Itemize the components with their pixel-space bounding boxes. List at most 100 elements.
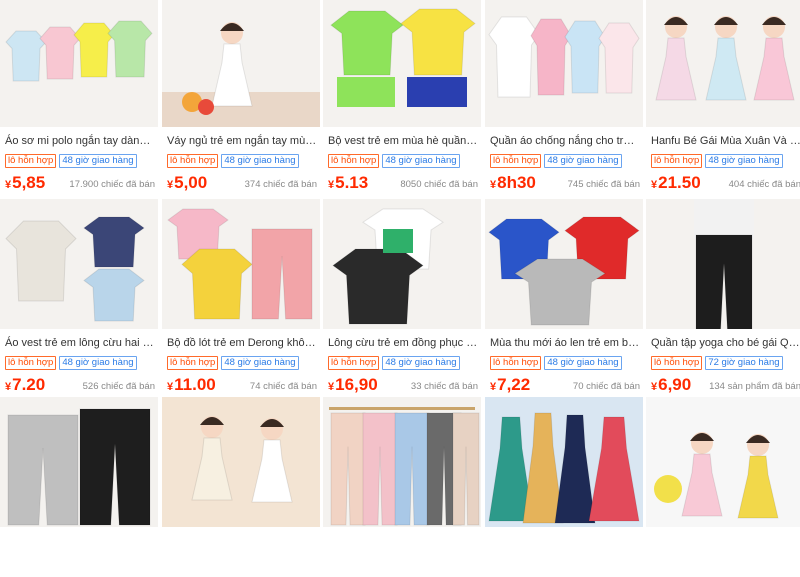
product-card[interactable]: Mùa thu mới áo len trẻ em bé tr... lô hỗn… [485, 199, 643, 395]
product-card[interactable] [162, 397, 320, 577]
price-row: ¥8h30 745 chiếc đã bán [490, 173, 640, 193]
product-grid: Áo sơ mi polo ngắn tay dành ch... lô hỗn … [0, 0, 800, 577]
price-row: ¥16,90 33 chiếc đã bán [328, 375, 478, 395]
product-title[interactable]: Hanfu Bé Gái Mùa Xuân Và Mùa... [651, 134, 800, 148]
price-row: ¥5.13 8050 chiếc đã bán [328, 173, 478, 193]
product-price: 21.50 [658, 173, 701, 192]
product-title[interactable]: Quần áo chống nắng cho trẻ e... [490, 134, 640, 148]
mixed-lot-badge: lô hỗn hợp [651, 356, 703, 370]
product-card[interactable] [0, 397, 158, 577]
product-tags: lô hỗn hợp 48 giờ giao hàng [490, 154, 625, 168]
shipping-badge: 48 giờ giao hàng [221, 356, 299, 370]
currency-symbol: ¥ [5, 381, 12, 393]
product-price: 5.13 [335, 173, 369, 192]
price-row: ¥7,22 70 chiếc đã bán [490, 375, 640, 395]
mixed-lot-badge: lô hỗn hợp [490, 154, 542, 168]
price-row: ¥11.00 74 chiếc đã bán [167, 375, 317, 395]
product-card[interactable]: Áo vest trẻ em lông cừu hai mặ... lô hỗn … [0, 199, 158, 395]
mixed-lot-badge: lô hỗn hợp [651, 154, 703, 168]
sold-count: 17.900 chiếc đã bán [69, 179, 155, 190]
product-title[interactable]: Lông cừu trẻ em đồng phục bó... [328, 336, 478, 350]
product-image[interactable] [323, 0, 481, 127]
product-image[interactable] [646, 199, 800, 329]
shipping-badge: 48 giờ giao hàng [382, 356, 460, 370]
product-image[interactable] [323, 199, 481, 329]
product-price: 7.20 [12, 375, 46, 394]
product-image[interactable] [162, 397, 320, 527]
currency-symbol: ¥ [167, 381, 174, 393]
mixed-lot-badge: lô hỗn hợp [5, 356, 57, 370]
product-price: 5,85 [12, 173, 46, 192]
product-tags: lô hỗn hợp 72 giờ giao hàng [651, 356, 786, 370]
product-card[interactable]: Quần áo chống nắng cho trẻ e... lô hỗn hợ… [485, 0, 643, 193]
product-image[interactable] [485, 199, 643, 329]
shipping-badge: 48 giờ giao hàng [382, 154, 460, 168]
mixed-lot-badge: lô hỗn hợp [328, 154, 380, 168]
product-tags: lô hỗn hợp 48 giờ giao hàng [651, 154, 786, 168]
sold-count: 134 sản phẩm đã bán [709, 381, 800, 392]
product-price: 7,22 [497, 375, 531, 394]
currency-symbol: ¥ [5, 179, 12, 191]
product-card[interactable] [323, 397, 481, 577]
mixed-lot-badge: lô hỗn hợp [5, 154, 57, 168]
shipping-badge: 72 giờ giao hàng [705, 356, 783, 370]
sold-count: 404 chiếc đã bán [728, 179, 800, 190]
product-card[interactable]: Bộ đồ lót trẻ em Derong không ... lô hỗn … [162, 199, 320, 395]
product-image[interactable] [0, 397, 158, 527]
product-image[interactable] [485, 0, 643, 127]
currency-symbol: ¥ [651, 381, 658, 393]
product-image[interactable] [646, 397, 800, 527]
mixed-lot-badge: lô hỗn hợp [490, 356, 542, 370]
product-title[interactable]: Áo sơ mi polo ngắn tay dành ch... [5, 134, 155, 148]
product-image[interactable] [0, 199, 158, 329]
product-image[interactable] [162, 0, 320, 127]
product-price: 11.00 [174, 375, 216, 394]
price-row: ¥6,90 134 sản phẩm đã bán [651, 375, 800, 395]
product-card[interactable]: Áo sơ mi polo ngắn tay dành ch... lô hỗn … [0, 0, 158, 193]
product-title[interactable]: Bộ đồ lót trẻ em Derong không ... [167, 336, 317, 350]
product-tags: lô hỗn hợp 48 giờ giao hàng [328, 356, 463, 370]
product-image[interactable] [0, 0, 158, 127]
product-title[interactable]: Váy ngủ trẻ em ngắn tay mùa h... [167, 134, 317, 148]
product-image[interactable] [162, 199, 320, 329]
currency-symbol: ¥ [490, 179, 497, 191]
sold-count: 745 chiếc đã bán [567, 179, 640, 190]
product-image[interactable] [323, 397, 481, 527]
product-title[interactable]: Bộ vest trẻ em mùa hè quần đù... [328, 134, 478, 148]
product-tags: lô hỗn hợp 48 giờ giao hàng [167, 154, 302, 168]
product-tags: lô hỗn hợp 48 giờ giao hàng [167, 356, 302, 370]
shipping-badge: 48 giờ giao hàng [59, 356, 137, 370]
product-card[interactable]: Hanfu Bé Gái Mùa Xuân Và Mùa... lô hỗn hợ… [646, 0, 800, 193]
mixed-lot-badge: lô hỗn hợp [167, 154, 219, 168]
product-title[interactable]: Áo vest trẻ em lông cừu hai mặ... [5, 336, 155, 350]
product-image[interactable] [646, 0, 800, 127]
shipping-badge: 48 giờ giao hàng [59, 154, 137, 168]
product-card[interactable] [646, 397, 800, 577]
price-row: ¥21.50 404 chiếc đã bán [651, 173, 800, 193]
mixed-lot-badge: lô hỗn hợp [167, 356, 219, 370]
product-card[interactable]: Váy ngủ trẻ em ngắn tay mùa h... lô hỗn h… [162, 0, 320, 193]
product-card[interactable]: Lông cừu trẻ em đồng phục bó... lô hỗn hợ… [323, 199, 481, 395]
shipping-badge: 48 giờ giao hàng [705, 154, 783, 168]
product-tags: lô hỗn hợp 48 giờ giao hàng [490, 356, 625, 370]
shipping-badge: 48 giờ giao hàng [544, 154, 622, 168]
sold-count: 374 chiếc đã bán [244, 179, 317, 190]
product-title[interactable]: Mùa thu mới áo len trẻ em bé tr... [490, 336, 640, 350]
product-image[interactable] [485, 397, 643, 527]
currency-symbol: ¥ [490, 381, 497, 393]
product-tags: lô hỗn hợp 48 giờ giao hàng [328, 154, 463, 168]
product-title[interactable]: Quần tập yoga cho bé gái Quần... [651, 336, 800, 350]
sold-count: 70 chiếc đã bán [572, 381, 640, 392]
product-price: 6,90 [658, 375, 692, 394]
currency-symbol: ¥ [167, 179, 174, 191]
sold-count: 8050 chiếc đã bán [400, 179, 478, 190]
price-row: ¥5,00 374 chiếc đã bán [167, 173, 317, 193]
product-tags: lô hỗn hợp 48 giờ giao hàng [5, 154, 140, 168]
sold-count: 33 chiếc đã bán [410, 381, 478, 392]
product-price: 16,90 [335, 375, 378, 394]
currency-symbol: ¥ [651, 179, 658, 191]
product-card[interactable]: Quần tập yoga cho bé gái Quần... lô hỗn h… [646, 199, 800, 395]
price-row: ¥7.20 526 chiếc đã bán [5, 375, 155, 395]
product-card[interactable]: Bộ vest trẻ em mùa hè quần đù... lô hỗn h… [323, 0, 481, 193]
product-card[interactable] [485, 397, 643, 577]
